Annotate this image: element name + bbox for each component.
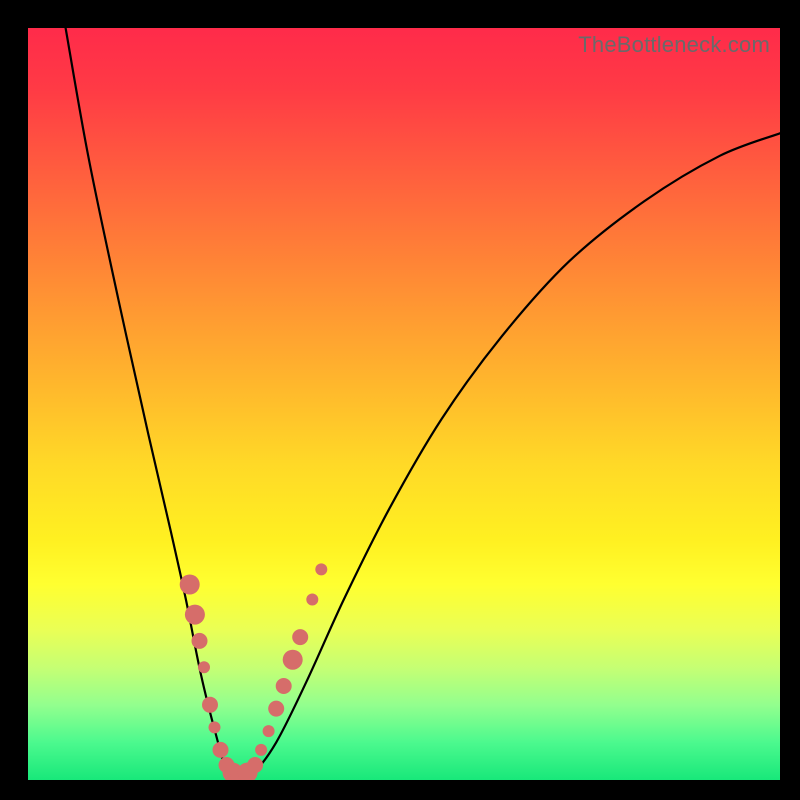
curve-marker	[192, 633, 208, 649]
curve-marker	[306, 594, 318, 606]
curve-marker	[247, 757, 263, 773]
curve-marker	[255, 744, 267, 756]
curve-marker	[292, 629, 308, 645]
curve-marker	[185, 605, 205, 625]
bottleneck-curve-svg	[28, 28, 780, 780]
curve-marker	[268, 701, 284, 717]
curve-marker	[202, 697, 218, 713]
bottleneck-curve	[66, 28, 780, 777]
curve-marker	[263, 725, 275, 737]
chart-frame: TheBottleneck.com	[0, 0, 800, 800]
curve-marker	[209, 721, 221, 733]
curve-marker	[213, 742, 229, 758]
curve-marker	[180, 575, 200, 595]
plot-area: TheBottleneck.com	[28, 28, 780, 780]
curve-markers	[180, 563, 328, 780]
curve-marker	[283, 650, 303, 670]
curve-marker	[198, 661, 210, 673]
curve-marker	[276, 678, 292, 694]
curve-marker	[315, 563, 327, 575]
